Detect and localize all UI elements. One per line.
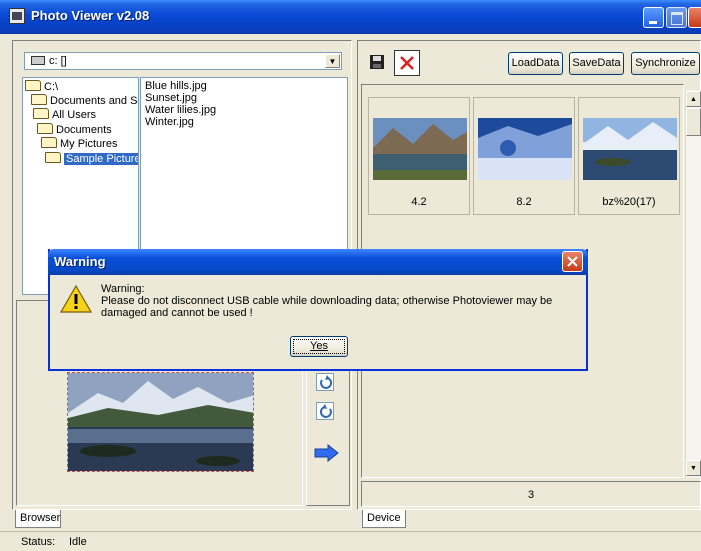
status-bar: Status: Idle <box>0 531 701 551</box>
thumbnail-card[interactable]: 4.2 <box>368 97 470 215</box>
minimize-button[interactable] <box>643 7 664 28</box>
thumbnail-image <box>583 118 677 180</box>
dialog-close-button[interactable] <box>562 251 583 272</box>
rotate-right-icon <box>319 404 332 418</box>
folder-icon <box>37 123 53 134</box>
thumbnail-caption: 8.2 <box>516 196 532 208</box>
close-button[interactable] <box>688 7 701 28</box>
scroll-down-icon[interactable]: ▼ <box>686 460 701 476</box>
thumbnail-image <box>478 118 572 180</box>
tree-item-selected[interactable]: Sample Pictures <box>45 152 138 166</box>
drive-select[interactable]: c: [] ▼ <box>24 52 342 70</box>
thumbnail-image <box>373 118 467 180</box>
thumbnail-caption: bz%20(17) <box>602 196 656 208</box>
folder-open-icon <box>45 152 61 163</box>
tree-item[interactable]: All Users <box>33 108 96 122</box>
rotate-left-icon <box>320 375 333 389</box>
tree-item[interactable]: Documents <box>37 123 112 137</box>
tab-browser[interactable]: Browser <box>15 510 61 528</box>
warning-dialog: Warning Warning: Please do not disconnec… <box>48 249 588 371</box>
file-item[interactable]: Winter.jpg <box>145 116 194 128</box>
transfer-button[interactable] <box>314 443 339 463</box>
tab-device[interactable]: Device <box>362 510 406 528</box>
yes-label: Yes <box>310 340 328 352</box>
title-bar[interactable]: Photo Viewer v2.08 <box>0 0 701 34</box>
app-icon <box>9 8 25 24</box>
dialog-message: Warning: Please do not disconnect USB ca… <box>101 283 581 319</box>
delete-button[interactable] <box>394 50 420 76</box>
thumbnail-card[interactable]: bz%20(17) <box>578 97 680 215</box>
scroll-up-icon[interactable]: ▲ <box>686 91 701 107</box>
save-button[interactable] <box>367 50 389 74</box>
close-icon <box>567 256 578 267</box>
dialog-title-bar[interactable]: Warning <box>48 249 588 275</box>
floppy-save-icon <box>370 55 384 69</box>
tree-item[interactable]: C:\ <box>25 80 58 94</box>
folder-icon <box>41 137 57 148</box>
file-item[interactable]: Sunset.jpg <box>145 92 197 104</box>
thumbnail-caption: 4.2 <box>411 196 427 208</box>
rotate-left-button[interactable] <box>316 373 334 391</box>
folder-icon <box>25 80 41 91</box>
tree-item[interactable]: My Pictures <box>41 137 117 151</box>
synchronize-button[interactable]: Synchronize <box>631 52 700 75</box>
dialog-body: Please do not disconnect USB cable while… <box>101 295 553 319</box>
thumbnail-card[interactable]: 8.2 <box>473 97 575 215</box>
yes-button[interactable]: Yes <box>290 336 348 357</box>
dialog-heading: Warning: <box>101 283 145 295</box>
load-data-button[interactable]: LoadData <box>508 52 563 75</box>
scroll-thumb[interactable] <box>686 108 701 136</box>
folder-icon <box>33 108 49 119</box>
chevron-down-icon[interactable]: ▼ <box>325 54 340 68</box>
dialog-title: Warning <box>54 254 106 269</box>
photo-count: 3 <box>361 481 701 507</box>
vertical-scrollbar[interactable]: ▲ ▼ <box>685 90 701 478</box>
status-value: Idle <box>69 536 87 548</box>
preview-image <box>67 372 254 472</box>
drive-icon <box>31 56 45 65</box>
tree-item[interactable]: Documents and Settings <box>31 94 138 108</box>
window-title: Photo Viewer v2.08 <box>31 8 150 23</box>
file-item[interactable]: Water lilies.jpg <box>145 104 216 116</box>
rotate-right-button[interactable] <box>316 402 334 420</box>
arrow-right-icon <box>314 443 339 463</box>
warning-icon <box>59 284 93 314</box>
drive-value: c: [] <box>49 55 67 67</box>
maximize-button[interactable] <box>666 7 687 28</box>
save-data-button[interactable]: SaveData <box>569 52 624 75</box>
status-label: Status: <box>21 536 56 548</box>
delete-x-icon <box>400 56 414 70</box>
folder-icon <box>31 94 47 105</box>
file-item[interactable]: Blue hills.jpg <box>145 80 207 92</box>
